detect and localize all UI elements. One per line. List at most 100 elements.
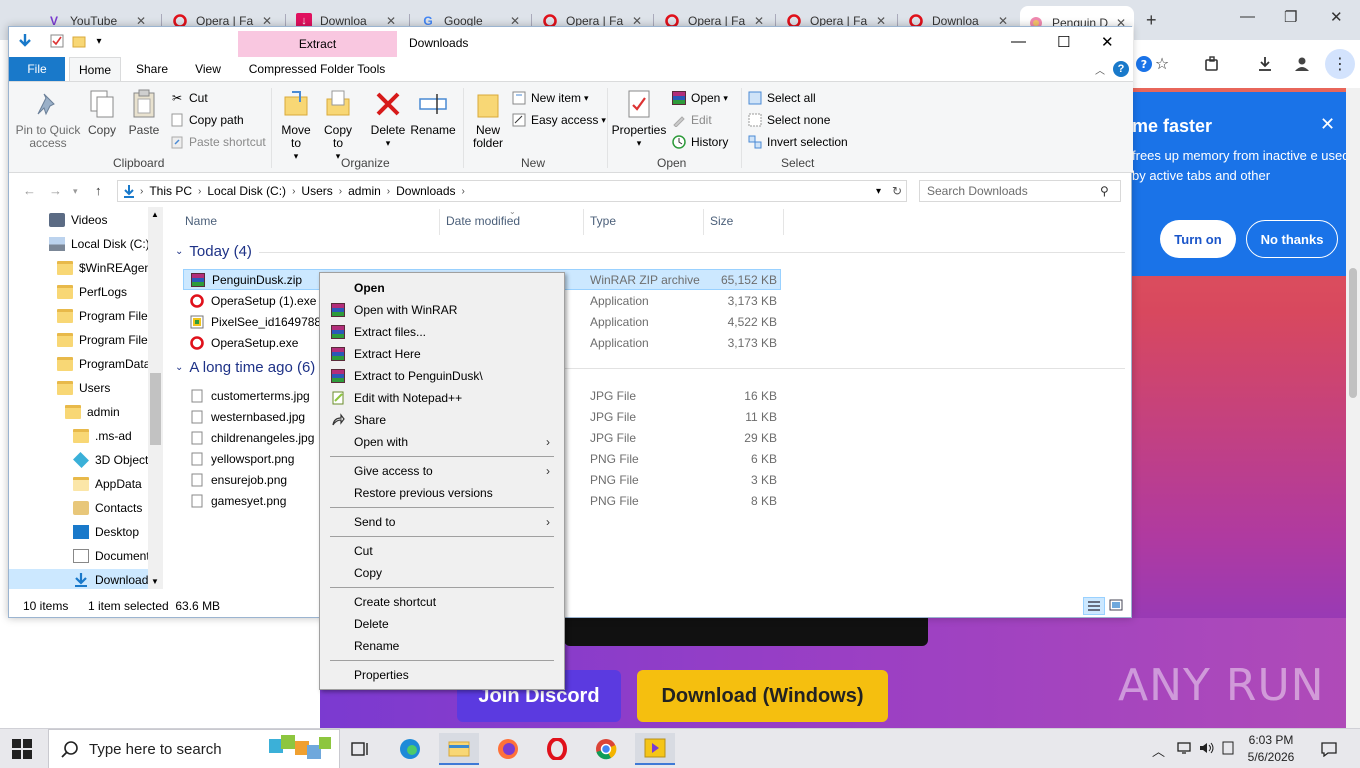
firefox-icon[interactable] — [488, 733, 528, 765]
column-date-modified[interactable]: Date modified — [446, 214, 520, 228]
taskbar-search-input[interactable]: Type here to search — [48, 729, 340, 768]
paste-button[interactable]: Paste — [127, 88, 161, 137]
delete-button[interactable]: Delete ▾ — [369, 88, 407, 150]
details-view-icon[interactable] — [1083, 597, 1105, 615]
nav-item-videos[interactable]: Videos — [49, 209, 107, 231]
tab-view[interactable]: View — [183, 57, 233, 81]
menu-item-rename[interactable]: Rename — [322, 635, 562, 657]
file-explorer-taskbar-icon[interactable] — [439, 733, 479, 765]
open-button[interactable]: Open ▾ — [671, 90, 728, 106]
column-type[interactable]: Type — [590, 214, 616, 228]
nav-item-users[interactable]: Users — [57, 377, 110, 399]
breadcrumb-downloads[interactable]: Downloads — [396, 184, 455, 198]
nav-item-local-disk[interactable]: Local Disk (C:) — [49, 233, 150, 255]
new-folder-button[interactable]: New folder — [469, 88, 507, 150]
menu-item-give-access[interactable]: Give access to › — [322, 460, 562, 482]
select-none-button[interactable]: Select none — [747, 112, 830, 128]
pin-to-quick-access-button[interactable]: Pin to Quick access — [15, 88, 81, 150]
notifications-icon[interactable] — [1320, 741, 1338, 760]
media-player-icon[interactable] — [635, 733, 675, 765]
menu-item-send-to[interactable]: Send to › — [322, 511, 562, 533]
edge-icon[interactable] — [390, 733, 430, 765]
tab-file[interactable]: File — [9, 57, 65, 81]
no-thanks-button[interactable]: No thanks — [1246, 220, 1338, 258]
copy-path-button[interactable]: Copy path — [169, 112, 244, 128]
menu-item-open[interactable]: Open — [322, 277, 562, 299]
recent-dropdown-icon[interactable]: ▾ — [73, 186, 78, 197]
network-icon[interactable] — [1176, 741, 1192, 758]
copy-to-button[interactable]: Copy to ▾ — [321, 88, 355, 163]
qat-dropdown-icon[interactable]: ▾ — [91, 33, 107, 49]
quick-access-down-arrow-icon[interactable] — [17, 33, 33, 49]
menu-icon[interactable]: ⋮ — [1325, 49, 1355, 79]
new-item-button[interactable]: New item ▾ — [511, 90, 589, 106]
rename-button[interactable]: Rename — [410, 88, 456, 137]
tab-share[interactable]: Share — [127, 57, 177, 81]
keyboard-layout-icon[interactable] — [1222, 741, 1234, 758]
breadcrumb-local-disk[interactable]: Local Disk (C:) — [207, 184, 286, 198]
menu-item-extract-here[interactable]: Extract Here — [322, 343, 562, 365]
collapse-ribbon-icon[interactable]: ︿ — [1095, 62, 1105, 77]
task-view-icon[interactable] — [340, 733, 380, 765]
help-icon[interactable]: ? — [1113, 61, 1129, 77]
group-today[interactable]: ⌄ Today (4) — [175, 243, 252, 260]
menu-item-open-with[interactable]: Open with › — [322, 431, 562, 453]
invert-selection-button[interactable]: Invert selection — [747, 134, 848, 150]
up-arrow-icon[interactable]: ↑ — [95, 183, 102, 198]
select-all-button[interactable]: Select all — [747, 90, 816, 106]
cut-button[interactable]: ✂ Cut — [169, 90, 208, 106]
nav-item-admin[interactable]: admin — [65, 401, 120, 423]
column-name[interactable]: Name — [185, 214, 217, 228]
scrollbar-thumb[interactable] — [1349, 268, 1357, 398]
tray-chevron-up-icon[interactable]: ︿ — [1152, 741, 1165, 760]
menu-item-create-shortcut[interactable]: Create shortcut — [322, 591, 562, 613]
new-folder-qat-icon[interactable] — [71, 33, 87, 49]
menu-item-restore-versions[interactable]: Restore previous versions — [322, 482, 562, 504]
volume-icon[interactable] — [1198, 741, 1216, 758]
page-scrollbar[interactable] — [1346, 88, 1360, 728]
menu-item-extract-to[interactable]: Extract to PenguinDusk\ — [322, 365, 562, 387]
group-long-time-ago[interactable]: ⌄ A long time ago (6) — [175, 359, 315, 376]
edit-button[interactable]: Edit — [671, 112, 712, 128]
windows-start-icon[interactable] — [12, 739, 32, 759]
breadcrumb-this-pc[interactable]: This PC — [149, 184, 192, 198]
large-icons-view-icon[interactable] — [1109, 599, 1123, 614]
menu-item-edit-notepad[interactable]: Edit with Notepad++ — [322, 387, 562, 409]
nav-item-desktop[interactable]: Desktop — [73, 521, 139, 543]
nav-item-winreagent[interactable]: $WinREAgent — [57, 257, 154, 279]
menu-item-cut[interactable]: Cut — [322, 540, 562, 562]
menu-item-properties[interactable]: Properties — [322, 664, 562, 686]
refresh-icon[interactable]: ↻ — [892, 184, 902, 198]
close-window-icon[interactable]: ✕ — [1101, 33, 1114, 51]
chrome-icon[interactable] — [586, 733, 626, 765]
menu-item-extract-files[interactable]: Extract files... — [322, 321, 562, 343]
scroll-up-icon[interactable]: ▲ — [151, 210, 159, 219]
nav-item-ms-ad[interactable]: .ms-ad — [73, 425, 132, 447]
nav-item-downloads[interactable]: Download — [9, 569, 148, 589]
opera-taskbar-icon[interactable] — [537, 733, 577, 765]
minimize-icon[interactable]: — — [1240, 8, 1255, 25]
paste-shortcut-button[interactable]: Paste shortcut — [169, 134, 266, 150]
video-player[interactable] — [564, 618, 928, 646]
nav-item-documents[interactable]: Document — [73, 545, 150, 567]
profile-icon[interactable] — [1290, 52, 1314, 76]
extensions-icon[interactable] — [1200, 52, 1224, 76]
turn-on-button[interactable]: Turn on — [1160, 220, 1236, 258]
scrollbar-thumb[interactable] — [150, 373, 161, 445]
column-size[interactable]: Size — [710, 214, 733, 228]
easy-access-button[interactable]: Easy access ▾ — [511, 112, 606, 128]
history-button[interactable]: History — [671, 134, 728, 150]
menu-item-open-with-winrar[interactable]: Open with WinRAR — [322, 299, 562, 321]
nav-item-program-files-x86[interactable]: Program Files — [57, 329, 154, 351]
maximize-icon[interactable]: ☐ — [1057, 33, 1070, 51]
nav-item-perflogs[interactable]: PerfLogs — [57, 281, 127, 303]
downloads-icon[interactable] — [1253, 52, 1277, 76]
tab-compressed-folder-tools[interactable]: Compressed Folder Tools — [239, 57, 395, 81]
menu-item-copy[interactable]: Copy — [322, 562, 562, 584]
restore-icon[interactable]: ❐ — [1284, 8, 1297, 26]
bookmark-star-icon[interactable]: ☆ — [1150, 52, 1174, 76]
nav-pane-scrollbar[interactable]: ▲ ▼ — [148, 207, 163, 589]
properties-button[interactable]: Properties ▾ — [611, 88, 667, 150]
search-input[interactable]: Search Downloads ⚲ — [919, 180, 1121, 202]
new-tab-button[interactable]: + — [1146, 10, 1157, 31]
